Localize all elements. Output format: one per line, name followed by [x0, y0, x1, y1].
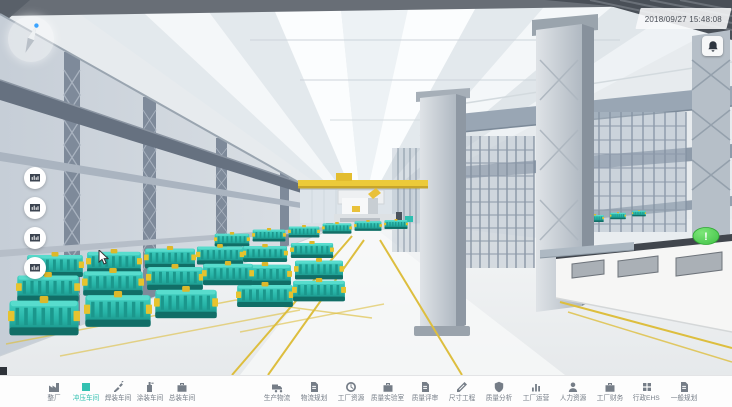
truck-icon	[271, 381, 283, 393]
nav-factory-finance-label: 工厂财务	[596, 394, 623, 403]
factory-icon	[48, 381, 60, 393]
compass-needle-icon	[22, 22, 40, 54]
doc-icon	[419, 381, 431, 393]
case-icon	[382, 381, 394, 393]
nav-factory-operations[interactable]: 工厂运营	[517, 380, 554, 403]
nav-dimension-engineering[interactable]: 尺寸工程	[443, 380, 480, 403]
nav-admin-ehs-label: 行政EHS	[633, 394, 660, 403]
nav-factory-resources-label: 工厂资源	[337, 394, 364, 403]
panel-button-2[interactable]	[24, 197, 46, 219]
nav-assembly-shop[interactable]: 总装车间	[166, 380, 198, 403]
nav-admin-ehs[interactable]: 行政EHS	[628, 380, 665, 403]
nav-general-planning-label: 一般规划	[670, 394, 697, 403]
dashboard-icon	[29, 202, 41, 214]
nav-assembly-shop-label: 总装车间	[169, 394, 196, 403]
nav-quality-lab-label: 质量实验室	[371, 394, 404, 403]
panel-button-4[interactable]	[24, 257, 46, 279]
mouse-cursor	[98, 250, 110, 271]
nav-painting-shop-label: 涂装车间	[137, 394, 164, 403]
factory-3d-viewport[interactable]: !	[0, 0, 732, 375]
nav-quality-lab[interactable]: 质量实验室	[369, 380, 406, 403]
nav-quality-review[interactable]: 质量评审	[406, 380, 443, 403]
nav-human-resources[interactable]: 人力资源	[554, 380, 591, 403]
press-icon	[80, 381, 92, 393]
doc-icon	[678, 381, 690, 393]
case-icon	[604, 381, 616, 393]
module-nav-group: 生产物流 物流规划 工厂资源质量实验室质量评审 尺寸工程 质量分析 工厂运营 人力资源 工厂财…	[258, 380, 702, 403]
bell-icon	[707, 40, 719, 52]
dashboard-icon	[29, 172, 41, 184]
timestamp-chip: 2018/09/27 15:48:08	[635, 8, 731, 29]
nav-human-resources-label: 人力资源	[559, 394, 586, 403]
nav-stamping-shop[interactable]: 冲压车间	[70, 380, 102, 403]
nav-quality-review-label: 质量评审	[411, 394, 438, 403]
grid-icon	[641, 381, 653, 393]
far-right-column	[692, 30, 730, 242]
ruler-icon	[456, 381, 468, 393]
nav-quality-analysis[interactable]: 质量分析	[480, 380, 517, 403]
panel-button-3[interactable]	[24, 227, 46, 249]
nav-painting-shop[interactable]: 涂装车间	[134, 380, 166, 403]
case-icon	[176, 381, 188, 393]
paint-icon	[144, 381, 156, 393]
workshop-nav-group: 整厂 冲压车间焊装车间涂装车间总装车间	[38, 380, 198, 403]
notification-button[interactable]	[702, 36, 723, 56]
nav-whole-plant[interactable]: 整厂	[38, 380, 70, 403]
alert-marker[interactable]: !	[693, 228, 719, 245]
nav-whole-plant-label: 整厂	[47, 394, 60, 403]
alert-marker-label: !	[704, 231, 708, 243]
bottom-toolbar: 整厂 冲压车间焊装车间涂装车间总装车间 生产物流 物流规划 工厂资源质量实验室质量评审…	[0, 375, 732, 407]
nav-quality-analysis-label: 质量分析	[485, 394, 512, 403]
clock-icon	[345, 381, 357, 393]
corner-object	[0, 367, 7, 375]
timestamp-text: 2018/09/27 15:48:08	[645, 15, 722, 24]
nav-general-planning[interactable]: 一般规划	[665, 380, 702, 403]
panel-button-1[interactable]	[24, 167, 46, 189]
nav-factory-resources[interactable]: 工厂资源	[332, 380, 369, 403]
nav-production-logistics[interactable]: 生产物流	[258, 380, 295, 403]
nav-logistics-planning[interactable]: 物流规划	[295, 380, 332, 403]
digital-factory-app: !	[0, 0, 732, 407]
steel-column-mid	[414, 88, 470, 336]
dashboard-icon	[29, 232, 41, 244]
chart-icon	[530, 381, 542, 393]
shield-icon	[493, 381, 505, 393]
nav-dimension-engineering-label: 尺寸工程	[448, 394, 475, 403]
weld-icon	[112, 381, 124, 393]
nav-welding-shop-label: 焊装车间	[105, 394, 132, 403]
dashboard-icon	[29, 262, 41, 274]
compass-widget[interactable]	[8, 16, 54, 62]
nav-logistics-planning-label: 物流规划	[300, 394, 327, 403]
doc-icon	[308, 381, 320, 393]
nav-production-logistics-label: 生产物流	[263, 394, 290, 403]
side-panel-buttons	[24, 167, 46, 279]
person-icon	[567, 381, 579, 393]
nav-factory-operations-label: 工厂运营	[522, 394, 549, 403]
nav-welding-shop[interactable]: 焊装车间	[102, 380, 134, 403]
nav-stamping-shop-label: 冲压车间	[73, 394, 100, 403]
nav-factory-finance[interactable]: 工厂财务	[591, 380, 628, 403]
